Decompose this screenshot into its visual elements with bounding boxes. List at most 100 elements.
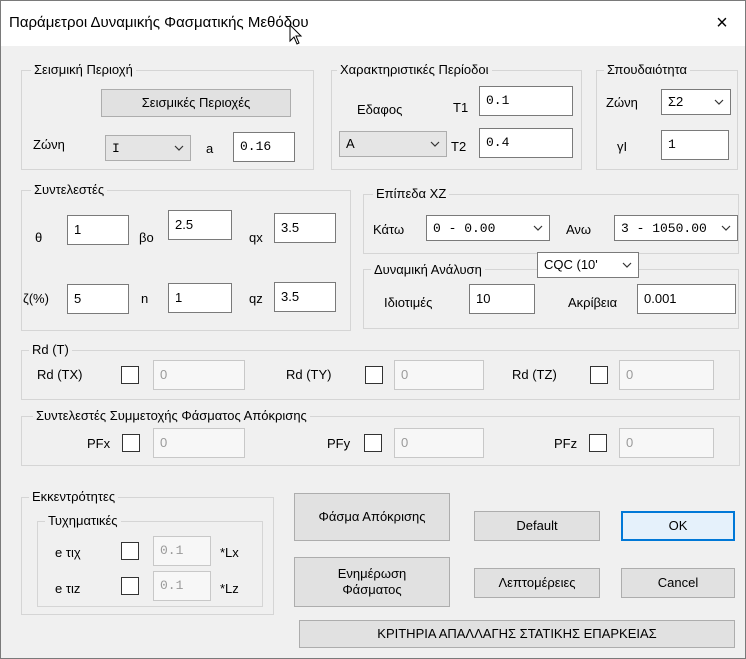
criteria-button-label: ΚΡΙΤΗΡΙΑ ΑΠΑΛΛΑΓΗΣ ΣΤΑΤΙΚΗΣ ΕΠΑΡΚΕΙΑΣ: [377, 626, 657, 641]
ez-unit: *Lz: [220, 581, 239, 596]
pfx-checkbox[interactable]: [122, 434, 140, 452]
qz-input[interactable]: 3.5: [274, 282, 336, 312]
rd-tz-input[interactable]: 0: [619, 360, 714, 390]
chevron-down-icon: [713, 90, 725, 114]
seismic-regions-button-label: Σεισμικές Περιοχές: [141, 95, 251, 110]
update-spectrum-button[interactable]: Ενημέρωση Φάσματος: [294, 557, 450, 607]
n-label: n: [141, 291, 149, 306]
chevron-down-icon: [532, 216, 544, 240]
pfx-input[interactable]: 0: [153, 428, 245, 458]
chevron-down-icon: [173, 136, 185, 160]
rd-ty-input[interactable]: 0: [394, 360, 484, 390]
details-button[interactable]: Λεπτομέρειες: [474, 568, 600, 598]
importance-zone-label: Ζώνη: [606, 95, 638, 110]
cancel-button[interactable]: Cancel: [621, 568, 735, 598]
accuracy-input[interactable]: 0.001: [637, 284, 736, 314]
ok-button-label: OK: [668, 518, 688, 533]
high-level-value: 3 - 1050.00: [621, 221, 707, 236]
ex-input[interactable]: 0.1: [153, 536, 211, 566]
a-input[interactable]: 0.16: [233, 132, 295, 162]
pfx-label: PFx: [87, 436, 111, 451]
low-level-value: 0 - 0.00: [433, 221, 496, 236]
high-level-label: Ανω: [566, 222, 592, 237]
mouse-cursor-icon: [289, 24, 303, 45]
rd-tx-input[interactable]: 0: [153, 360, 245, 390]
accuracy-label: Ακρίβεια: [568, 295, 618, 310]
rd-ty-checkbox[interactable]: [365, 366, 383, 384]
importance-zone-value: Σ2: [668, 94, 684, 109]
t1-label: T1: [453, 100, 469, 115]
high-level-select[interactable]: 3 - 1050.00: [614, 215, 738, 241]
eccentricity-legend: Εκκεντρότητες: [29, 490, 119, 504]
soil-select[interactable]: A: [339, 131, 447, 157]
default-button[interactable]: Default: [474, 511, 600, 541]
update-spectrum-label-line2: Φάσματος: [342, 582, 402, 597]
accidental-legend: Τυχηματικές: [45, 514, 121, 528]
n-input[interactable]: 1: [168, 283, 232, 313]
modes-input[interactable]: 10: [469, 284, 535, 314]
update-spectrum-label-line1: Ενημέρωση: [337, 566, 407, 581]
coefficients-legend: Συντελεστές: [31, 183, 108, 197]
ex-checkbox[interactable]: [121, 542, 139, 560]
default-button-label: Default: [516, 518, 558, 533]
dynamic-method-value: CQC (10': [544, 257, 598, 272]
chevron-down-icon: [429, 132, 441, 156]
dynamic-analysis-legend: Δυναμική Ανάλυση: [371, 263, 485, 277]
dialog-window: Παράμετροι Δυναμικής Φασματικής Μεθόδου …: [0, 0, 746, 659]
modes-label: Ιδιοτιμές: [384, 295, 433, 310]
criteria-button[interactable]: ΚΡΙΤΗΡΙΑ ΑΠΑΛΛΑΓΗΣ ΣΤΑΤΙΚΗΣ ΕΠΑΡΚΕΙΑΣ: [299, 620, 735, 648]
ez-label: e τιz: [55, 581, 81, 596]
pf-legend: Συντελεστές Συμμετοχής Φάσματος Απόκριση…: [33, 409, 310, 423]
bo-label: βο: [139, 230, 154, 245]
rd-tz-checkbox[interactable]: [590, 366, 608, 384]
gi-input[interactable]: 1: [661, 130, 729, 160]
seismic-zone-label: Ζώνη: [33, 137, 65, 152]
seismic-regions-button[interactable]: Σεισμικές Περιοχές: [101, 89, 291, 117]
pfz-input[interactable]: 0: [619, 428, 714, 458]
details-button-label: Λεπτομέρειες: [498, 575, 576, 590]
zeta-input[interactable]: 5: [67, 284, 129, 314]
qx-input[interactable]: 3.5: [274, 213, 336, 243]
rd-tx-label: Rd (TX): [37, 367, 83, 382]
theta-input[interactable]: 1: [67, 215, 129, 245]
ex-unit: *Lx: [220, 545, 239, 560]
soil-value: A: [346, 136, 355, 151]
pfy-checkbox[interactable]: [364, 434, 382, 452]
char-periods-legend: Χαρακτηριστικές Περίοδοι: [337, 63, 492, 77]
bo-input[interactable]: 2.5: [168, 210, 232, 240]
response-spectrum-button[interactable]: Φάσμα Απόκρισης: [294, 493, 450, 541]
t2-input[interactable]: 0.4: [479, 128, 573, 158]
t1-input[interactable]: 0.1: [479, 86, 573, 116]
ex-label: e τιχ: [55, 545, 81, 560]
importance-zone-select[interactable]: Σ2: [661, 89, 731, 115]
ez-input[interactable]: 0.1: [153, 571, 211, 601]
rd-tz-label: Rd (TZ): [512, 367, 557, 382]
close-icon: ×: [716, 12, 728, 34]
low-level-select[interactable]: 0 - 0.00: [426, 215, 550, 241]
xz-levels-legend: Επίπεδα XZ: [373, 187, 450, 201]
gi-label: γΙ: [617, 139, 628, 154]
seismic-zone-select[interactable]: I: [105, 135, 191, 161]
ez-checkbox[interactable]: [121, 577, 139, 595]
t2-label: T2: [451, 139, 467, 154]
pfz-checkbox[interactable]: [589, 434, 607, 452]
cancel-button-label: Cancel: [657, 575, 699, 590]
title-bar: Παράμετροι Δυναμικής Φασματικής Μεθόδου …: [1, 1, 745, 46]
zeta-label: ζ(%): [23, 291, 49, 306]
rd-legend: Rd (T): [29, 343, 72, 357]
rd-tx-checkbox[interactable]: [121, 366, 139, 384]
pfy-input[interactable]: 0: [394, 428, 484, 458]
window-title: Παράμετροι Δυναμικής Φασματικής Μεθόδου: [9, 14, 309, 31]
qz-label: qz: [249, 291, 263, 306]
importance-legend: Σπουδαιότητα: [604, 63, 691, 77]
soil-label: Εδαφος: [357, 102, 403, 117]
qx-label: qx: [249, 230, 263, 245]
chevron-down-icon: [720, 216, 732, 240]
seismic-region-legend: Σεισμική Περιοχή: [31, 63, 136, 77]
dynamic-method-select[interactable]: CQC (10': [537, 252, 639, 278]
close-button[interactable]: ×: [699, 1, 745, 46]
pfy-label: PFy: [327, 436, 351, 451]
ok-button[interactable]: OK: [621, 511, 735, 541]
low-level-label: Κάτω: [373, 222, 405, 237]
chevron-down-icon: [621, 253, 633, 277]
